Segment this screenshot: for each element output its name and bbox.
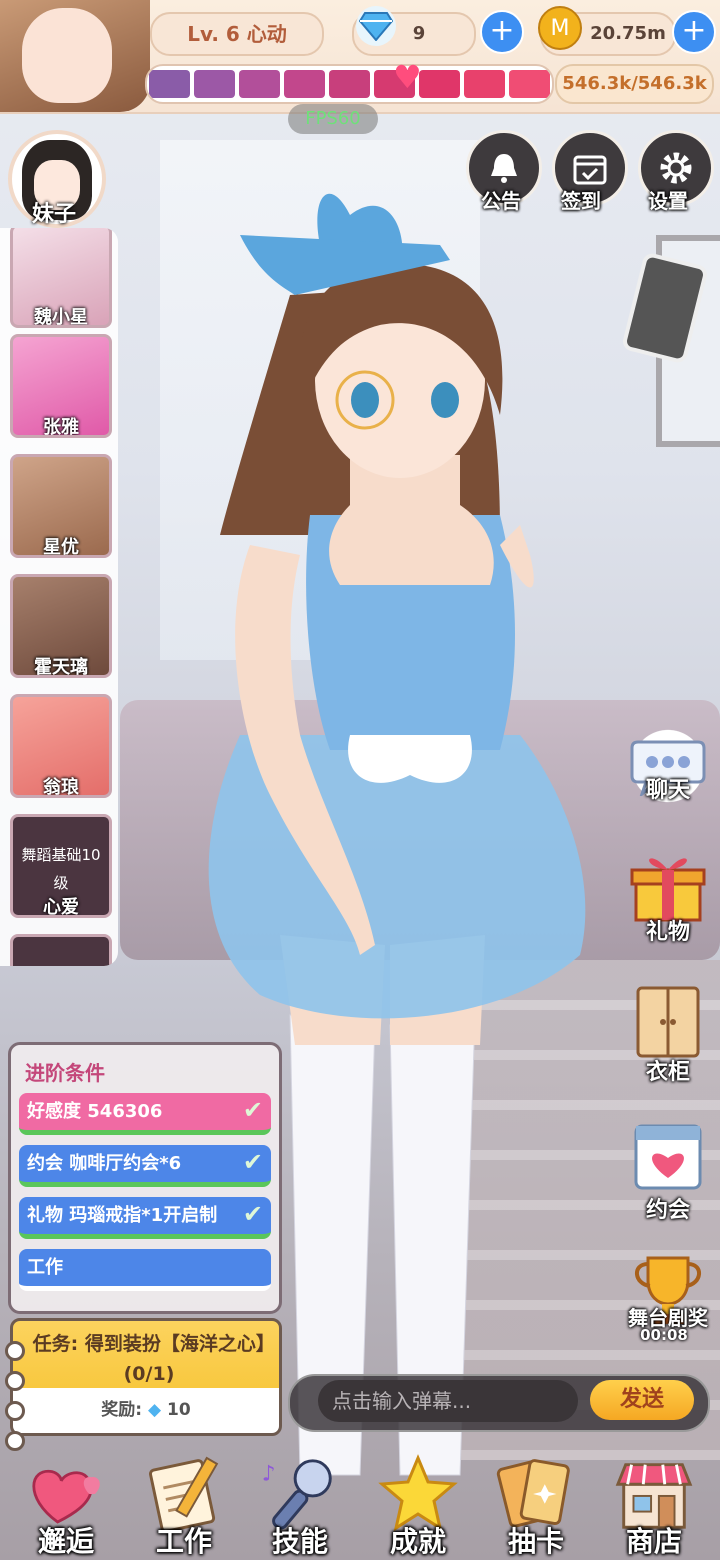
character-name: 魏小星 <box>34 307 88 328</box>
affection-bar <box>145 64 554 104</box>
settings-label: 设置 <box>648 189 688 213</box>
check-icon: ✔ <box>242 1096 263 1124</box>
task-card[interactable]: 任务: 得到装扮【海洋之心】(0/1) 奖励: ◆ 10 <box>5 1318 282 1451</box>
nav-label: 技能 <box>271 1525 328 1558</box>
reward-label: 奖励: <box>101 1400 143 1420</box>
wardrobe-icon <box>636 986 700 1058</box>
task-text: 任务: 得到装扮【海洋之心】(0/1) <box>32 1333 266 1385</box>
locked-character-card[interactable]: 舞蹈基础10级 心爱 <box>10 814 112 918</box>
character-card-wenglang[interactable]: 翁琅 <box>10 694 112 798</box>
gift-label: 礼物 <box>645 920 690 945</box>
nav-label: 成就 <box>389 1525 446 1558</box>
bar-segment <box>419 70 460 98</box>
character-card-xingyou[interactable]: 星优 <box>10 454 112 558</box>
nav-label: 商店 <box>625 1525 682 1558</box>
bar-segment <box>149 70 190 98</box>
affection-value: 546.3k/546.3k <box>555 64 714 104</box>
calendar-check-icon <box>573 155 607 185</box>
reward-value: 10 <box>167 1400 191 1420</box>
nav-label: 抽卡 <box>507 1525 564 1558</box>
date-label: 约会 <box>645 1198 690 1223</box>
gold-coin-icon: M <box>538 6 582 50</box>
nav-work[interactable]: 工作 <box>128 1452 240 1560</box>
nav-label: 工作 <box>155 1525 212 1558</box>
advancement-panel: 进阶条件 好感度 546306 ✔ 约会 咖啡厅约会*6 ✔ 礼物 玛瑙戒指*1… <box>8 1042 282 1314</box>
character-name: 翁琅 <box>43 777 79 798</box>
stage-award-timer: 00:08 <box>640 1326 688 1344</box>
condition-text: 工作 <box>27 1257 63 1278</box>
add-gold-button[interactable]: + <box>672 10 716 54</box>
heroine-avatar[interactable] <box>0 0 150 112</box>
chat-label: 聊天 <box>645 778 690 803</box>
condition-gift[interactable]: 礼物 玛瑙戒指*1开启制 ✔ <box>19 1197 271 1239</box>
heart-icon: ♥ <box>393 58 422 96</box>
condition-text: 礼物 玛瑙戒指*1开启制 <box>27 1205 218 1226</box>
send-button[interactable]: 发送 <box>590 1380 694 1420</box>
gold-count: 20.75m <box>590 23 666 44</box>
gear-icon <box>660 152 692 184</box>
diamond-icon: ◆ <box>148 1400 162 1420</box>
bar-segment <box>509 70 550 98</box>
date-calendar-icon <box>634 1124 702 1190</box>
task-reward: 奖励: ◆ 10 <box>13 1395 279 1420</box>
check-icon: ✔ <box>242 1148 263 1176</box>
announcement-label: 公告 <box>481 189 521 213</box>
level-label: Lv. 6 心动 <box>150 12 324 56</box>
character-card-weixiaoxing[interactable]: 魏小星 <box>10 228 112 328</box>
fps-counter: FPS60 <box>288 104 378 134</box>
nav-gacha[interactable]: 抽卡 <box>480 1452 592 1560</box>
nav-achievements[interactable]: 成就 <box>362 1452 474 1560</box>
check-icon: ✔ <box>242 1200 263 1228</box>
character-card-huotianli[interactable]: 霍天璃 <box>10 574 112 678</box>
condition-date[interactable]: 约会 咖啡厅约会*6 ✔ <box>19 1145 271 1187</box>
character-name: 张雅 <box>43 417 79 438</box>
bar-segment <box>464 70 505 98</box>
nav-label: 邂逅 <box>37 1525 94 1558</box>
condition-affection[interactable]: 好感度 546306 ✔ <box>19 1093 271 1135</box>
unlock-requirement: 舞蹈基础10级 <box>21 846 101 892</box>
bar-segment <box>239 70 280 98</box>
locked-character-card[interactable] <box>10 934 112 966</box>
character-list-panel[interactable]: 魏小星 张雅 星优 霍天璃 翁琅 舞蹈基础10级 心爱 <box>0 228 118 966</box>
bell-icon <box>491 154 517 183</box>
condition-text: 好感度 546306 <box>27 1101 163 1122</box>
bar-segment <box>329 70 370 98</box>
character-name: 心爱 <box>43 897 79 918</box>
add-diamonds-button[interactable]: + <box>480 10 524 54</box>
condition-work[interactable]: 工作 <box>19 1249 271 1291</box>
diamond-icon <box>356 6 396 46</box>
nav-shop[interactable]: 商店 <box>598 1452 710 1560</box>
nav-encounter[interactable]: 邂逅 <box>10 1452 122 1560</box>
bar-segment <box>284 70 325 98</box>
danmaku-input[interactable]: 点击输入弹幕... <box>318 1380 578 1422</box>
character-name: 霍天璃 <box>34 657 88 678</box>
avatar-face <box>22 8 112 103</box>
wardrobe-label: 衣柜 <box>645 1060 690 1085</box>
character-card-zhangya[interactable]: 张雅 <box>10 334 112 438</box>
condition-text: 约会 咖啡厅约会*6 <box>27 1153 182 1174</box>
checkin-label: 签到 <box>561 189 601 213</box>
character-name: 星优 <box>43 537 79 558</box>
svg-text:♪: ♪ <box>262 1461 276 1486</box>
current-girl-name: 妹子 <box>31 202 76 227</box>
advancement-title: 进阶条件 <box>25 1061 105 1085</box>
bar-segment <box>194 70 235 98</box>
date-button[interactable] <box>622 1110 714 1202</box>
nav-skills[interactable]: ♪ 技能 <box>244 1452 356 1560</box>
